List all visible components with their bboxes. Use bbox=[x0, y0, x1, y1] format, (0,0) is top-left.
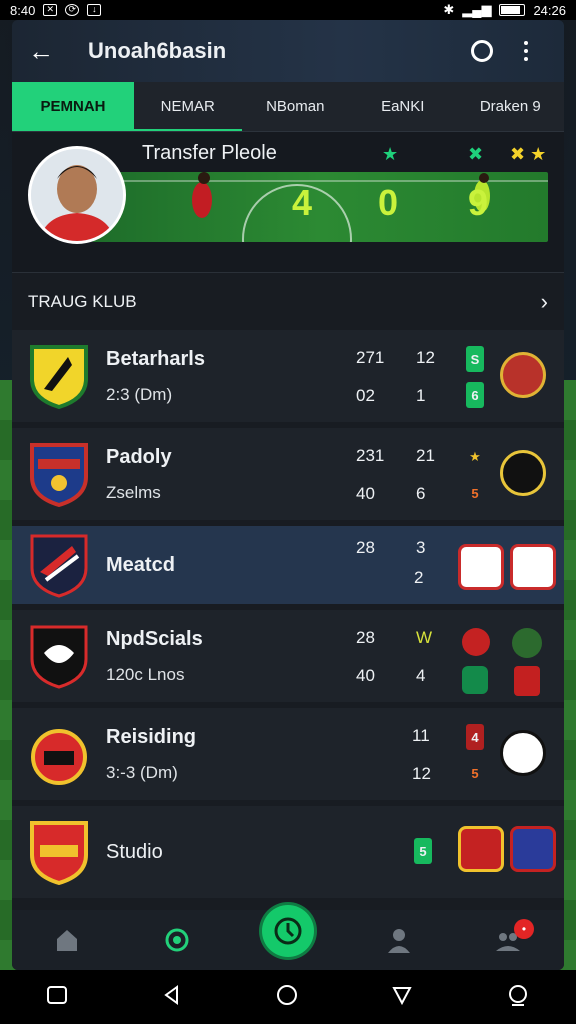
play-action-button[interactable] bbox=[262, 905, 314, 957]
status-time: 8:40 bbox=[10, 2, 36, 18]
club-crest-icon bbox=[28, 532, 90, 598]
avatar bbox=[28, 146, 126, 244]
stat-value: 4 bbox=[416, 666, 426, 685]
status-badge: 5 bbox=[414, 838, 432, 864]
club-crest-icon bbox=[458, 544, 504, 590]
stat-value: 21 bbox=[416, 446, 435, 465]
tab-nemar[interactable]: NEMAR bbox=[134, 82, 242, 131]
more-vert-icon[interactable] bbox=[504, 29, 548, 73]
club-name: Betarharls bbox=[106, 347, 205, 370]
status-bar: 8:40 ✕ ⟳ ↓ ✱ ▂▄▆ 24:26 bbox=[0, 0, 576, 20]
page-title: Unoah6basin bbox=[88, 38, 227, 63]
opponent-crest-icon bbox=[512, 628, 542, 658]
club-crest-icon bbox=[462, 666, 488, 694]
club-subtitle: Zselms bbox=[106, 482, 161, 502]
club-crest-icon bbox=[28, 343, 90, 409]
status-badge: 4 bbox=[466, 724, 484, 750]
stat-value: 6 bbox=[416, 484, 426, 503]
club-crest-icon bbox=[28, 441, 90, 507]
list-item[interactable]: Padoly Zselms 231 21 40 6 ★ 5 bbox=[12, 428, 564, 520]
opponent-crest-icon bbox=[500, 730, 546, 776]
status-clock: 24:26 bbox=[533, 2, 566, 18]
section-header[interactable]: TRAUG KLUB › bbox=[12, 272, 564, 330]
status-badge: 6 bbox=[466, 382, 484, 408]
arrow-left-icon[interactable]: ← bbox=[28, 36, 68, 67]
stat-value: 28 bbox=[356, 538, 375, 557]
app-window: ← Unoah6basin PEMNAH NEMAR NBoman EaNKI … bbox=[12, 20, 564, 970]
download-icon: ↓ bbox=[87, 4, 102, 16]
home-circle-icon[interactable] bbox=[276, 984, 298, 1011]
assistant-icon[interactable] bbox=[506, 983, 530, 1012]
club-subtitle: 3:-3 (Dm) bbox=[106, 762, 178, 782]
stat-value: 271 bbox=[356, 348, 385, 367]
tab-bar: PEMNAH NEMAR NBoman EaNKI Draken 9 bbox=[12, 82, 564, 132]
stat-value: W bbox=[416, 628, 433, 647]
bluetooth-icon: ✱ bbox=[443, 2, 455, 17]
section-title: TRAUG KLUB bbox=[28, 291, 137, 311]
sync-icon: ⟳ bbox=[65, 4, 80, 16]
club-crest-icon bbox=[28, 721, 90, 787]
radar-icon[interactable] bbox=[152, 915, 202, 965]
status-badge: S bbox=[466, 346, 484, 372]
list-item[interactable]: Reisiding 3:-3 (Dm) 11 12 4 5 bbox=[12, 708, 564, 800]
stat-value: 3 bbox=[416, 538, 426, 557]
opponent-crest-icon bbox=[510, 544, 556, 590]
tab-pemnah[interactable]: PEMNAH bbox=[12, 82, 134, 131]
club-name: Padoly bbox=[106, 445, 172, 468]
opponent-crest-icon bbox=[514, 666, 540, 696]
chevron-right-icon[interactable]: › bbox=[541, 289, 548, 315]
list-item[interactable]: Betarharls 2:3 (Dm) 271 12 02 1 S 6 bbox=[12, 330, 564, 422]
status-badge: 5 bbox=[471, 765, 479, 781]
stat-value: 12 bbox=[416, 348, 435, 367]
app-bar: ← Unoah6basin bbox=[12, 20, 564, 82]
recents-icon[interactable] bbox=[391, 984, 413, 1011]
featured-transfer[interactable]: Transfer Pleole ★ ✖ ✖ ★ 4 0 9 bbox=[12, 132, 564, 272]
screenshot-icon[interactable] bbox=[46, 984, 68, 1011]
list-item[interactable]: Studio 5 bbox=[12, 806, 564, 898]
stat-value: 2 bbox=[414, 568, 424, 587]
stat-value: 1 bbox=[416, 386, 426, 405]
list-item[interactable]: NpdScials 120c Lnos 28 W 40 4 bbox=[12, 610, 564, 702]
club-crest-icon bbox=[28, 623, 90, 689]
tab-draken[interactable]: Draken 9 bbox=[457, 82, 565, 131]
notification-badge: • bbox=[514, 919, 534, 939]
cross-star-icon: ✖ ★ bbox=[510, 144, 547, 164]
stat-value: 28 bbox=[356, 628, 375, 647]
bottom-nav: • bbox=[12, 905, 564, 970]
status-badge: ★ bbox=[469, 449, 481, 464]
system-nav-bar bbox=[0, 970, 576, 1024]
cross-icon: ✖ bbox=[468, 144, 484, 164]
score-mid: 0 bbox=[378, 182, 399, 223]
stat-value: 40 bbox=[356, 484, 375, 503]
club-crest-icon bbox=[462, 628, 490, 656]
battery-icon bbox=[499, 4, 526, 16]
stat-value: 231 bbox=[356, 446, 385, 465]
notification-icon: ✕ bbox=[43, 4, 58, 16]
group-icon[interactable]: • bbox=[484, 915, 534, 965]
opponent-crest-icon bbox=[500, 352, 546, 398]
club-crest-icon bbox=[458, 826, 504, 872]
score-away: 9 bbox=[468, 182, 489, 223]
score-home: 4 bbox=[292, 182, 313, 223]
signal-icon: ▂▄▆ bbox=[462, 2, 492, 17]
home-icon[interactable] bbox=[42, 915, 92, 965]
opponent-crest-icon bbox=[510, 826, 556, 872]
club-subtitle: 2:3 (Dm) bbox=[106, 384, 173, 404]
ring-icon[interactable] bbox=[460, 29, 504, 73]
list-item-selected[interactable]: Meatcd 28 3 2 bbox=[12, 526, 564, 604]
stat-value: 12 bbox=[412, 764, 431, 783]
status-badge: 5 bbox=[471, 485, 479, 501]
back-icon[interactable] bbox=[161, 984, 183, 1011]
profile-icon[interactable] bbox=[374, 915, 424, 965]
tab-eanki[interactable]: EaNKI bbox=[349, 82, 457, 131]
stat-value: 11 bbox=[412, 726, 430, 745]
club-name: Reisiding bbox=[106, 725, 197, 748]
star-icon: ★ bbox=[382, 144, 399, 164]
club-crest-icon bbox=[28, 819, 90, 885]
hero-title: Transfer Pleole bbox=[142, 142, 277, 164]
stat-value: 40 bbox=[356, 666, 375, 685]
stat-value: 02 bbox=[356, 386, 375, 405]
tab-nboman[interactable]: NBoman bbox=[242, 82, 350, 131]
opponent-crest-icon bbox=[500, 450, 546, 496]
